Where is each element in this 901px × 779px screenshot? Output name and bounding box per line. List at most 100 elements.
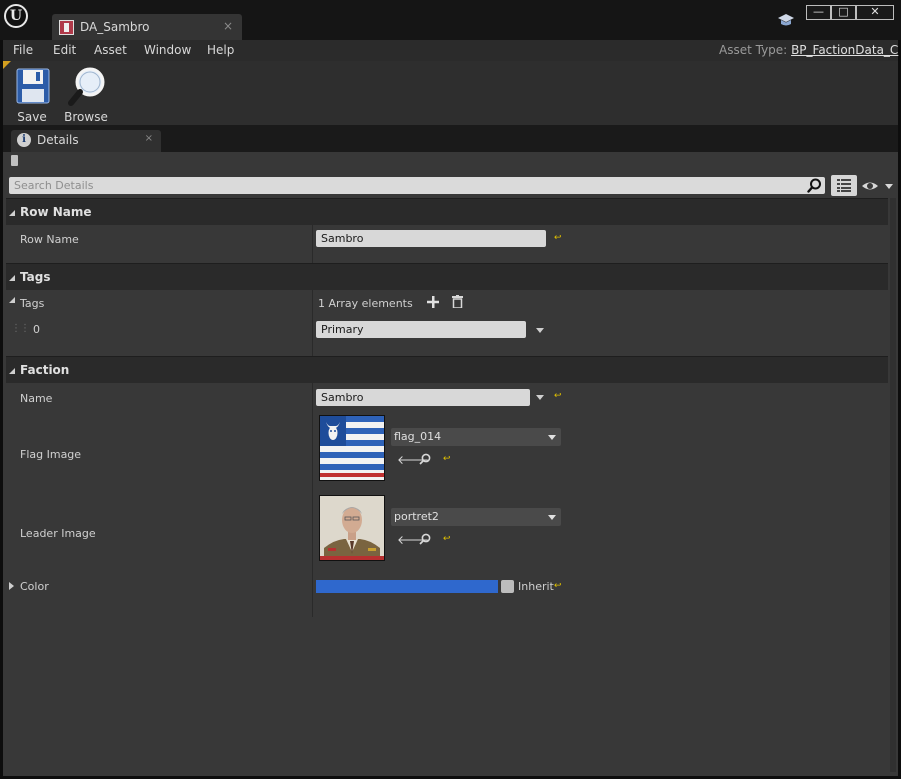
browse-search-icon[interactable] xyxy=(419,453,431,465)
array-element-count: 1 Array elements xyxy=(318,297,413,310)
chevron-down-icon[interactable] xyxy=(536,328,544,333)
leader-asset-name: portret2 xyxy=(394,510,439,523)
tags-label: Tags xyxy=(20,297,45,310)
chevron-down-icon xyxy=(548,515,556,520)
leader-thumbnail[interactable] xyxy=(319,495,385,561)
asset-type-label: Asset Type: xyxy=(719,43,788,57)
flag-image xyxy=(320,416,384,480)
column-divider[interactable] xyxy=(312,290,313,316)
trash-icon[interactable] xyxy=(452,295,463,308)
property-matrix-button[interactable] xyxy=(831,175,857,196)
add-element-icon[interactable] xyxy=(427,296,439,308)
tab-close-icon[interactable]: × xyxy=(223,19,233,33)
vertical-scrollbar[interactable] xyxy=(890,198,896,772)
title-bar: U DA_Sambro × — □ ✕ xyxy=(0,0,901,40)
expand-array-arrow-icon[interactable] xyxy=(9,297,15,303)
property-color: Color Inherit ↩ xyxy=(6,575,888,605)
column-divider[interactable] xyxy=(312,199,313,225)
drag-handle-icon[interactable]: ⋮⋮ xyxy=(11,323,30,334)
reset-to-default-icon[interactable]: ↩ xyxy=(554,234,563,243)
column-divider[interactable] xyxy=(312,225,313,263)
flag-thumbnail[interactable] xyxy=(319,415,385,481)
unreal-logo-icon: U xyxy=(4,4,28,28)
asset-type-link[interactable]: BP_FactionData_C xyxy=(791,43,898,57)
category-faction[interactable]: Faction xyxy=(6,356,888,383)
tag-value-field[interactable]: Primary xyxy=(316,321,526,338)
reset-to-default-icon[interactable]: ↩ xyxy=(443,455,452,464)
search-icon[interactable] xyxy=(807,178,822,193)
search-details-input[interactable] xyxy=(9,177,804,194)
property-flag-image: Flag Image flag_014 🡐 ↩ xyxy=(6,413,888,493)
browse-search-icon[interactable] xyxy=(419,533,431,545)
details-panel: Row Name Row Name Sambro ↩ Tags Tags 1 A… xyxy=(3,152,898,776)
collapse-arrow-icon[interactable] xyxy=(9,210,15,216)
row-name-label: Row Name xyxy=(20,233,79,246)
expand-arrow-icon[interactable] xyxy=(9,582,14,590)
leader-image-label: Leader Image xyxy=(20,527,96,540)
toolbar: Save Browse xyxy=(3,61,898,125)
document-tab[interactable]: DA_Sambro × xyxy=(52,14,242,40)
column-divider[interactable] xyxy=(312,264,313,290)
category-tags[interactable]: Tags xyxy=(6,263,888,290)
reset-to-default-icon[interactable]: ↩ xyxy=(443,535,452,544)
faction-name-field[interactable]: Sambro xyxy=(316,389,530,406)
browse-button[interactable]: Browse xyxy=(63,66,109,126)
toolbar-corner-marker xyxy=(3,61,11,69)
flag-asset-picker[interactable]: flag_014 xyxy=(391,428,561,446)
tab-details[interactable]: i Details × xyxy=(11,130,161,152)
column-divider[interactable] xyxy=(312,493,313,575)
empty-panel-space xyxy=(6,605,888,772)
column-divider[interactable] xyxy=(312,575,313,605)
maximize-button[interactable]: □ xyxy=(831,5,856,20)
flag-asset-name: flag_014 xyxy=(394,430,442,443)
row-name-field[interactable]: Sambro xyxy=(316,230,546,247)
category-title: Row Name xyxy=(20,205,92,219)
browse-label: Browse xyxy=(64,110,108,124)
column-divider[interactable] xyxy=(312,413,313,493)
property-leader-image: Leader Image portret2 🡐 ↩ xyxy=(6,493,888,575)
category-title: Faction xyxy=(20,363,70,377)
menu-edit[interactable]: Edit xyxy=(53,43,76,57)
property-tag-element: ⋮⋮ 0 Primary xyxy=(6,316,888,356)
chevron-down-icon xyxy=(548,435,556,440)
grid-list-icon xyxy=(837,179,851,192)
document-tab-label: DA_Sambro xyxy=(80,20,150,34)
view-options-eye-icon[interactable] xyxy=(861,179,893,193)
details-tab-row: i Details × xyxy=(3,125,898,152)
reset-to-default-icon[interactable]: ↩ xyxy=(554,582,563,591)
details-tab-close-icon[interactable]: × xyxy=(145,133,153,144)
property-tags-array: Tags 1 Array elements xyxy=(6,290,888,316)
details-tab-label: Details xyxy=(37,133,79,147)
inherit-checkbox[interactable] xyxy=(501,580,514,593)
reset-to-default-icon[interactable]: ↩ xyxy=(554,392,563,401)
lock-icon[interactable] xyxy=(11,155,18,166)
save-label: Save xyxy=(17,110,47,124)
close-window-button[interactable]: ✕ xyxy=(856,5,894,20)
inherit-label: Inherit xyxy=(518,580,554,593)
property-faction-name: Name Sambro ↩ xyxy=(6,383,888,413)
menu-file[interactable]: File xyxy=(13,43,33,57)
asset-type-indicator: Asset Type: BP_FactionData_C xyxy=(719,43,898,57)
menu-help[interactable]: Help xyxy=(207,43,234,57)
color-swatch[interactable] xyxy=(316,580,498,593)
property-row-name: Row Name Sambro ↩ xyxy=(6,225,888,263)
menu-window[interactable]: Window xyxy=(144,43,191,57)
menu-asset[interactable]: Asset xyxy=(94,43,127,57)
collapse-arrow-icon[interactable] xyxy=(9,275,15,281)
category-title: Tags xyxy=(20,270,51,284)
search-box xyxy=(9,177,825,194)
collapse-arrow-icon[interactable] xyxy=(9,368,15,374)
column-divider[interactable] xyxy=(312,357,313,383)
minimize-button[interactable]: — xyxy=(806,5,831,20)
leader-asset-picker[interactable]: portret2 xyxy=(391,508,561,526)
category-row-name[interactable]: Row Name xyxy=(6,198,888,225)
save-button[interactable]: Save xyxy=(12,66,52,126)
chevron-down-icon[interactable] xyxy=(536,395,544,400)
leader-portrait-image xyxy=(320,496,384,560)
magnifier-icon xyxy=(68,67,105,106)
column-divider[interactable] xyxy=(312,316,313,356)
color-label: Color xyxy=(20,580,49,593)
column-divider[interactable] xyxy=(312,383,313,413)
graduation-cap-icon[interactable] xyxy=(777,13,795,27)
menu-bar: File Edit Asset Window Help Asset Type: … xyxy=(3,40,898,61)
